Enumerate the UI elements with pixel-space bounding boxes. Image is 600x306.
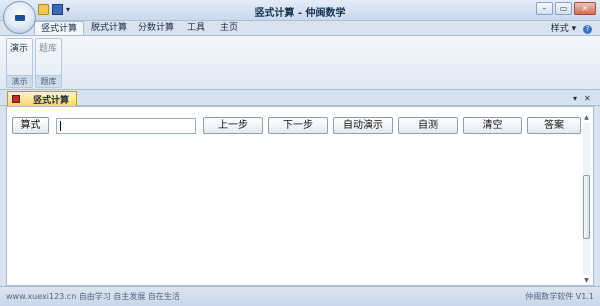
- style-menu-label: 样式: [550, 24, 569, 34]
- ribbon-tab-row: 竖式计算 脱式计算 分数计算 工具 主页: [0, 20, 600, 35]
- close-tab-icon[interactable]: ✕: [584, 94, 591, 103]
- ribbon-group-label: 演示: [7, 75, 32, 87]
- tab-vertical-calc[interactable]: 竖式计算: [34, 21, 84, 35]
- title-bar: ▾ 竖式计算 - 仲闽数学 – ▭ ✕: [0, 0, 600, 21]
- document-tab-bar: 竖式计算: [0, 90, 600, 106]
- window-title: 竖式计算 - 仲闽数学: [254, 8, 346, 19]
- status-bar: www.xuexi123.cn 自由学习 自主发展 自在生活 仲闽数学软件 V1…: [0, 286, 600, 306]
- formula-input[interactable]: [56, 118, 196, 134]
- ribbon-group-label: 题库: [36, 75, 61, 87]
- application-menu-button[interactable]: [3, 1, 36, 34]
- close-button[interactable]: ✕: [574, 2, 596, 15]
- vertical-scrollbar[interactable]: ▲ ▼: [582, 113, 591, 285]
- ribbon-group-demo: 演示 演示: [6, 38, 33, 88]
- prev-step-button[interactable]: 上一步: [203, 117, 263, 134]
- document-tab[interactable]: 竖式计算: [7, 91, 77, 106]
- tab-tools[interactable]: 工具: [183, 21, 209, 35]
- restore-button[interactable]: ▭: [555, 2, 572, 15]
- demo-button[interactable]: 演示: [10, 41, 28, 54]
- window-controls: – ▭ ✕: [536, 2, 596, 15]
- style-menu[interactable]: 样式 ▾ ?: [551, 21, 592, 34]
- calc-toolbar: 算式 上一步 下一步 自动演示 自测 清空 答案: [7, 117, 581, 135]
- calculator-icon: [12, 95, 20, 103]
- main-content: 算式 上一步 下一步 自动演示 自测 清空 答案 ▲ ▼: [6, 106, 594, 286]
- question-bank-button[interactable]: 题库: [39, 41, 57, 54]
- ribbon-group-question-bank: 题库 题库: [35, 38, 62, 88]
- scroll-down-icon[interactable]: ▼: [582, 276, 591, 285]
- text-caret: [60, 121, 61, 131]
- tab-fraction-calc[interactable]: 分数计算: [136, 21, 176, 35]
- tab-step-calc[interactable]: 脱式计算: [89, 21, 129, 35]
- help-icon[interactable]: ?: [583, 25, 592, 34]
- answer-button[interactable]: 答案: [527, 117, 581, 134]
- chevron-down-icon: ▾: [571, 24, 577, 34]
- scrollbar-thumb[interactable]: [583, 175, 590, 239]
- status-version: 仲闽数学软件 V1.1: [525, 292, 594, 301]
- auto-demo-button[interactable]: 自动演示: [333, 117, 393, 134]
- scroll-up-icon[interactable]: ▲: [582, 113, 591, 122]
- tab-home[interactable]: 主页: [216, 21, 242, 35]
- clear-button[interactable]: 清空: [463, 117, 522, 134]
- status-website-slogan: www.xuexi123.cn 自由学习 自主发展 自在生活: [6, 292, 180, 301]
- document-tab-label: 竖式计算: [33, 96, 70, 106]
- self-test-button[interactable]: 自测: [398, 117, 458, 134]
- ribbon-panel: 演示 演示 题库 题库: [0, 35, 600, 90]
- next-step-button[interactable]: 下一步: [268, 117, 328, 134]
- formula-button[interactable]: 算式: [12, 117, 49, 134]
- minimize-button[interactable]: –: [536, 2, 553, 15]
- app-logo-icon: [15, 15, 25, 21]
- tab-menu-arrow-icon[interactable]: ▾: [573, 94, 577, 103]
